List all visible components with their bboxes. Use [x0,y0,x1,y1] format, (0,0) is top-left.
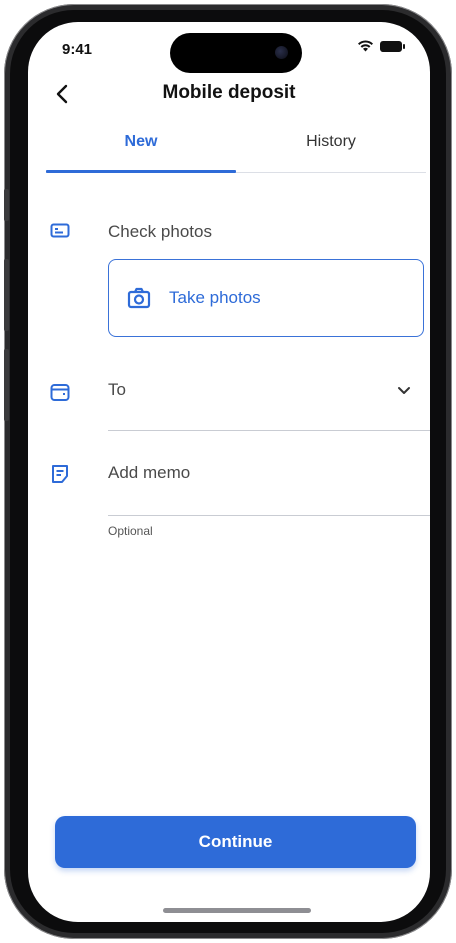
memo-input[interactable]: Add memo [108,452,430,516]
continue-button[interactable]: Continue [55,816,416,868]
memo-icon [52,465,68,483]
memo-placeholder: Add memo [108,463,191,482]
volume-down-button [4,349,9,421]
camera-icon [127,287,151,309]
wifi-icon [358,40,373,52]
tab-new[interactable]: New [46,122,236,172]
chevron-down-icon [398,387,410,394]
take-photos-label: Take photos [169,288,261,307]
mute-switch [4,189,9,221]
volume-up-button [4,259,9,331]
take-photos-button[interactable]: Take photos [108,259,424,337]
status-time: 9:41 [62,41,93,58]
page-title: Mobile deposit [162,82,296,103]
status-icons [357,40,405,52]
check-card-icon [50,223,70,238]
to-account-select[interactable]: To [108,370,430,431]
dynamic-island [170,33,302,73]
check-photos-label: Check photos [108,222,212,241]
tab-history[interactable]: History [236,122,426,172]
camera-lens [275,46,288,59]
battery-icon [380,40,405,52]
active-tab-indicator [46,170,236,173]
home-indicator [163,908,311,913]
tab-bar: New History [46,122,426,173]
memo-helper-text: Optional [108,524,153,538]
to-label: To [108,380,126,399]
wallet-icon [50,384,70,401]
screen: 9:41 Mobile deposit New History Check ph… [28,22,430,922]
nav-bar: Mobile deposit [28,74,430,114]
